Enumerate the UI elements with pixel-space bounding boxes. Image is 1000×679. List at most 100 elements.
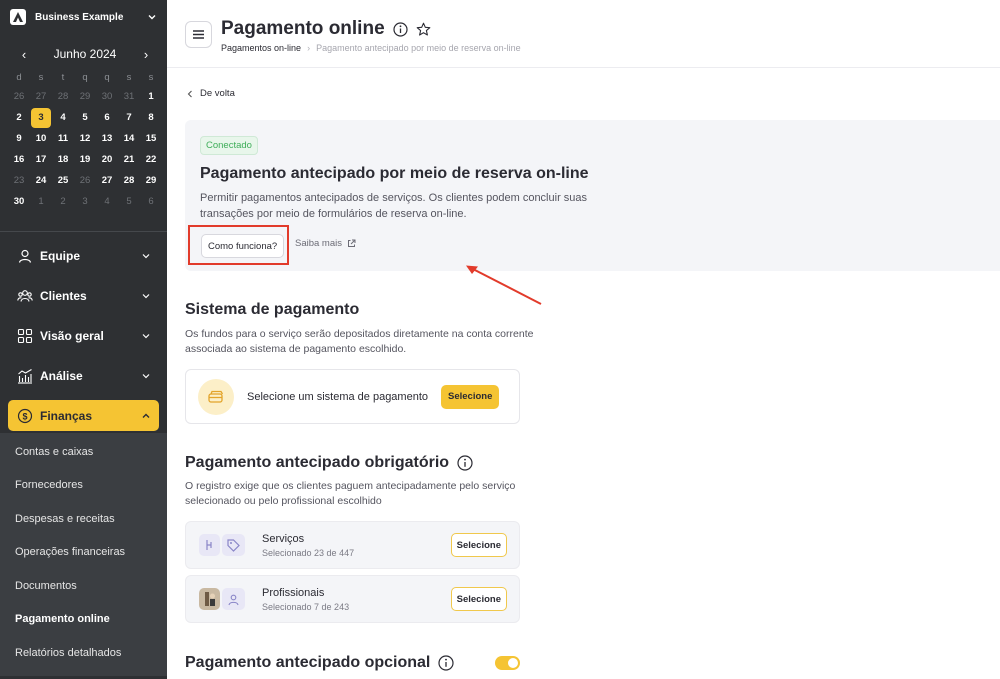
calendar-day[interactable]: 5	[118, 191, 140, 212]
sidebar-item-visao-geral[interactable]: Visão geral	[0, 316, 167, 356]
calendar-day[interactable]: 20	[96, 149, 118, 170]
calendar-day[interactable]: 9	[8, 128, 30, 149]
user-icon	[222, 588, 245, 610]
calendar-day[interactable]: 15	[140, 128, 162, 149]
calendar-day[interactable]: 10	[30, 128, 52, 149]
calendar-day[interactable]: 26	[8, 86, 30, 107]
calendar-next-button[interactable]: ›	[139, 47, 153, 62]
annotation-arrow	[466, 265, 542, 305]
calendar-day[interactable]: 3	[74, 191, 96, 212]
calendar-day[interactable]: 8	[140, 107, 162, 128]
sidebar-item-clientes[interactable]: Clientes	[0, 276, 167, 316]
professionals-count: Selecionado 7 de 243	[262, 601, 350, 612]
submenu-item-pagamento-online[interactable]: Pagamento online	[0, 603, 167, 637]
calendar-day[interactable]: 21	[118, 149, 140, 170]
submenu-item-operacoes[interactable]: Operações financeiras	[0, 536, 167, 570]
optional-prepayment-toggle[interactable]	[495, 656, 520, 670]
services-selector: Serviços Selecionado 23 de 447 Selecione	[185, 521, 520, 569]
sidebar-item-label: Análise	[40, 369, 83, 383]
calendar-day[interactable]: 13	[96, 128, 118, 149]
sidebar-item-financas[interactable]: $ Finanças	[8, 400, 159, 431]
menu-toggle-button[interactable]	[185, 21, 212, 48]
info-icon[interactable]	[393, 21, 408, 37]
calendar-day[interactable]: 27	[96, 170, 118, 191]
status-badge: Conectado	[200, 136, 258, 155]
card-description: Permitir pagamentos antecipados de servi…	[200, 192, 588, 220]
business-switcher[interactable]: Business Example	[0, 0, 167, 34]
breadcrumb-link[interactable]: Pagamentos on-line	[221, 43, 301, 53]
select-payment-system-button[interactable]: Selecione	[441, 384, 500, 409]
calendar-day[interactable]: 19	[74, 149, 96, 170]
sidebar-item-label: Finanças	[40, 408, 93, 423]
chevron-down-icon	[148, 15, 156, 20]
learn-more-link[interactable]: Saiba mais	[295, 238, 356, 249]
info-icon[interactable]	[457, 455, 473, 471]
integration-card: Conectado Pagamento antecipado por meio …	[185, 120, 1000, 271]
professionals-selector: Profissionais Selecionado 7 de 243 Selec…	[185, 575, 520, 623]
calendar-day[interactable]: 6	[140, 191, 162, 212]
payment-system-description: Os fundos para o serviço serão depositad…	[185, 328, 534, 355]
calendar-day[interactable]: 5	[74, 107, 96, 128]
calendar-day[interactable]: 30	[96, 86, 118, 107]
calendar-day[interactable]: 1	[140, 86, 162, 107]
calendar-day[interactable]: 11	[52, 128, 74, 149]
calendar-day[interactable]: 30	[8, 191, 30, 212]
mandatory-prepayment-title: Pagamento antecipado obrigatório	[185, 454, 450, 471]
calendar-day[interactable]: 28	[52, 86, 74, 107]
services-name: Serviços	[262, 532, 305, 545]
optional-prepayment-title: Pagamento antecipado opcional	[185, 654, 431, 671]
calendar-day[interactable]: 12	[74, 128, 96, 149]
calendar-day[interactable]: 17	[30, 149, 52, 170]
info-icon[interactable]	[438, 655, 454, 671]
main-content: Pagamento online Pagamentos on-line › Pa…	[167, 0, 1000, 679]
submenu-item-despesas[interactable]: Despesas e receitas	[0, 502, 167, 536]
breadcrumb-current: Pagamento antecipado por meio de reserva…	[316, 43, 521, 53]
user-icon	[16, 248, 33, 265]
calendar-day[interactable]: 4	[52, 107, 74, 128]
calendar-day[interactable]: 22	[140, 149, 162, 170]
calendar-day[interactable]: 1	[30, 191, 52, 212]
svg-text:$: $	[22, 411, 27, 421]
calendar-day[interactable]: 24	[30, 170, 52, 191]
submenu-item-relatorios[interactable]: Relatórios detalhados	[0, 636, 167, 670]
select-services-button[interactable]: Selecione	[450, 533, 507, 557]
calendar-day[interactable]: 14	[118, 128, 140, 149]
submenu-item-documentos[interactable]: Documentos	[0, 569, 167, 603]
calendar-day[interactable]: 29	[140, 170, 162, 191]
submenu-item-contas[interactable]: Contas e caixas	[0, 435, 167, 469]
grid-icon	[16, 328, 33, 345]
calendar-day[interactable]: 31	[118, 86, 140, 107]
calendar-day[interactable]: 6	[96, 107, 118, 128]
star-icon[interactable]	[416, 22, 431, 37]
calendar-day[interactable]: 27	[30, 86, 52, 107]
submenu-item-fornecedores[interactable]: Fornecedores	[0, 469, 167, 503]
calendar-day[interactable]: 25	[52, 170, 74, 191]
calendar-day[interactable]: 28	[118, 170, 140, 191]
calendar-prev-button[interactable]: ‹	[17, 47, 31, 62]
sidebar-item-analise[interactable]: Análise	[0, 356, 167, 396]
calendar-day[interactable]: 16	[8, 149, 30, 170]
calendar-day[interactable]: 29	[74, 86, 96, 107]
calendar-day[interactable]: 26	[74, 170, 96, 191]
learn-more-label: Saiba mais	[295, 238, 342, 249]
tag-icon	[222, 534, 245, 556]
calendar-weekday: q	[82, 72, 88, 83]
professional-avatar	[199, 588, 221, 610]
chevron-down-icon	[142, 374, 150, 379]
back-label: De volta	[200, 88, 235, 99]
calendar-weekday: d	[16, 72, 22, 83]
back-link[interactable]: De volta	[187, 88, 235, 99]
calendar-day[interactable]: 7	[118, 107, 140, 128]
chevron-down-icon	[142, 334, 150, 339]
calendar-day[interactable]: 23	[8, 170, 30, 191]
select-professionals-button[interactable]: Selecione	[450, 587, 507, 611]
calendar-day[interactable]: 18	[52, 149, 74, 170]
services-info: Serviços Selecionado 23 de 447	[262, 533, 451, 558]
calendar-day[interactable]: 4	[96, 191, 118, 212]
sidebar-item-equipe[interactable]: Equipe	[0, 236, 167, 276]
professionals-name: Profissionais	[262, 586, 325, 599]
dollar-coin-icon: $	[16, 407, 33, 424]
calendar-day-today[interactable]: 3	[30, 107, 52, 128]
calendar-day[interactable]: 2	[52, 191, 74, 212]
calendar-day[interactable]: 2	[8, 107, 30, 128]
